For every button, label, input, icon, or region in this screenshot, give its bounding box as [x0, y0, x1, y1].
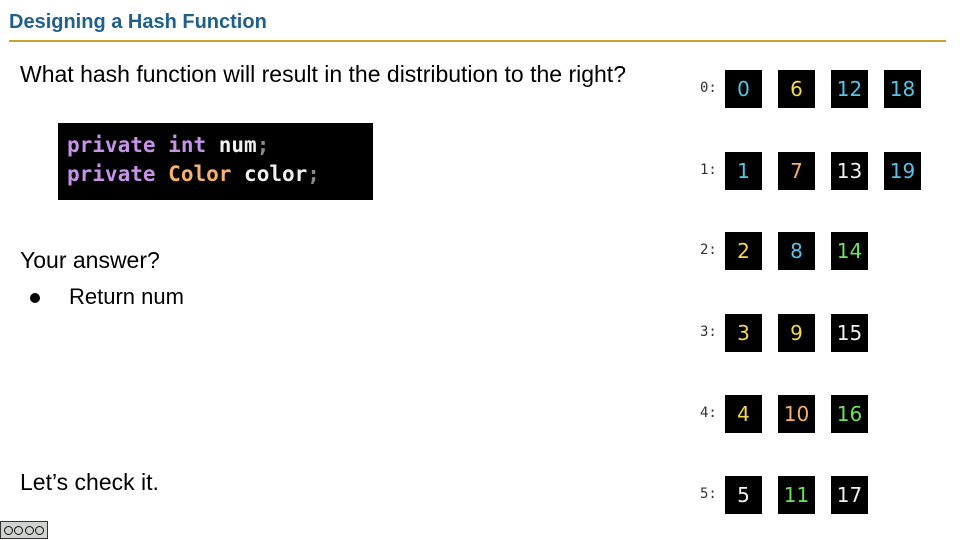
- title-divider: [9, 40, 946, 42]
- code-semicolon: ;: [307, 162, 320, 186]
- bucket-item: 16: [831, 395, 868, 433]
- bucket-item: 18: [884, 70, 921, 108]
- bucket-item: 13: [831, 152, 868, 190]
- bucket-index-label: 1:: [700, 162, 717, 178]
- bucket-item: 2: [725, 232, 762, 270]
- bucket-item: 9: [778, 314, 815, 352]
- code-keyword: private: [67, 162, 156, 186]
- bucket-item: 4: [725, 395, 762, 433]
- bucket-item: 0: [725, 70, 762, 108]
- bucket-index-label: 2:: [700, 242, 717, 258]
- bucket-item: 14: [831, 232, 868, 270]
- bucket-item: 10: [778, 395, 815, 433]
- answer-bullet: Return num: [30, 283, 184, 311]
- code-identifier: num: [218, 133, 257, 157]
- bucket-item: 19: [884, 152, 921, 190]
- bucket-index-label: 5:: [700, 486, 717, 502]
- code-identifier: color: [244, 162, 308, 186]
- bucket-index-label: 0:: [700, 80, 717, 96]
- bucket-item: 5: [725, 476, 762, 514]
- bucket-item: 17: [831, 476, 868, 514]
- bucket-item: 7: [778, 152, 815, 190]
- creative-commons-icon: [0, 521, 48, 539]
- code-semicolon: ;: [256, 133, 270, 157]
- question-text: What hash function will result in the di…: [20, 61, 626, 87]
- bucket-item: 11: [778, 476, 815, 514]
- code-type: int: [168, 133, 207, 157]
- bucket-item: 12: [831, 70, 868, 108]
- bucket-item: 8: [778, 232, 815, 270]
- check-text: Let’s check it.: [20, 469, 159, 495]
- bucket-index-label: 4:: [700, 405, 717, 421]
- code-keyword: private: [67, 133, 156, 157]
- bullet-icon: [30, 293, 40, 303]
- bucket-item: 15: [831, 314, 868, 352]
- answer-bullet-text: Return num: [69, 284, 184, 309]
- answer-label: Your answer?: [20, 247, 160, 273]
- code-type: Color: [168, 162, 232, 186]
- code-block: private int num; private Color color;: [58, 123, 373, 200]
- bucket-index-label: 3:: [700, 324, 717, 340]
- bucket-item: 6: [778, 70, 815, 108]
- bucket-item: 1: [725, 152, 762, 190]
- slide-title: Designing a Hash Function: [9, 11, 267, 33]
- bucket-item: 3: [725, 314, 762, 352]
